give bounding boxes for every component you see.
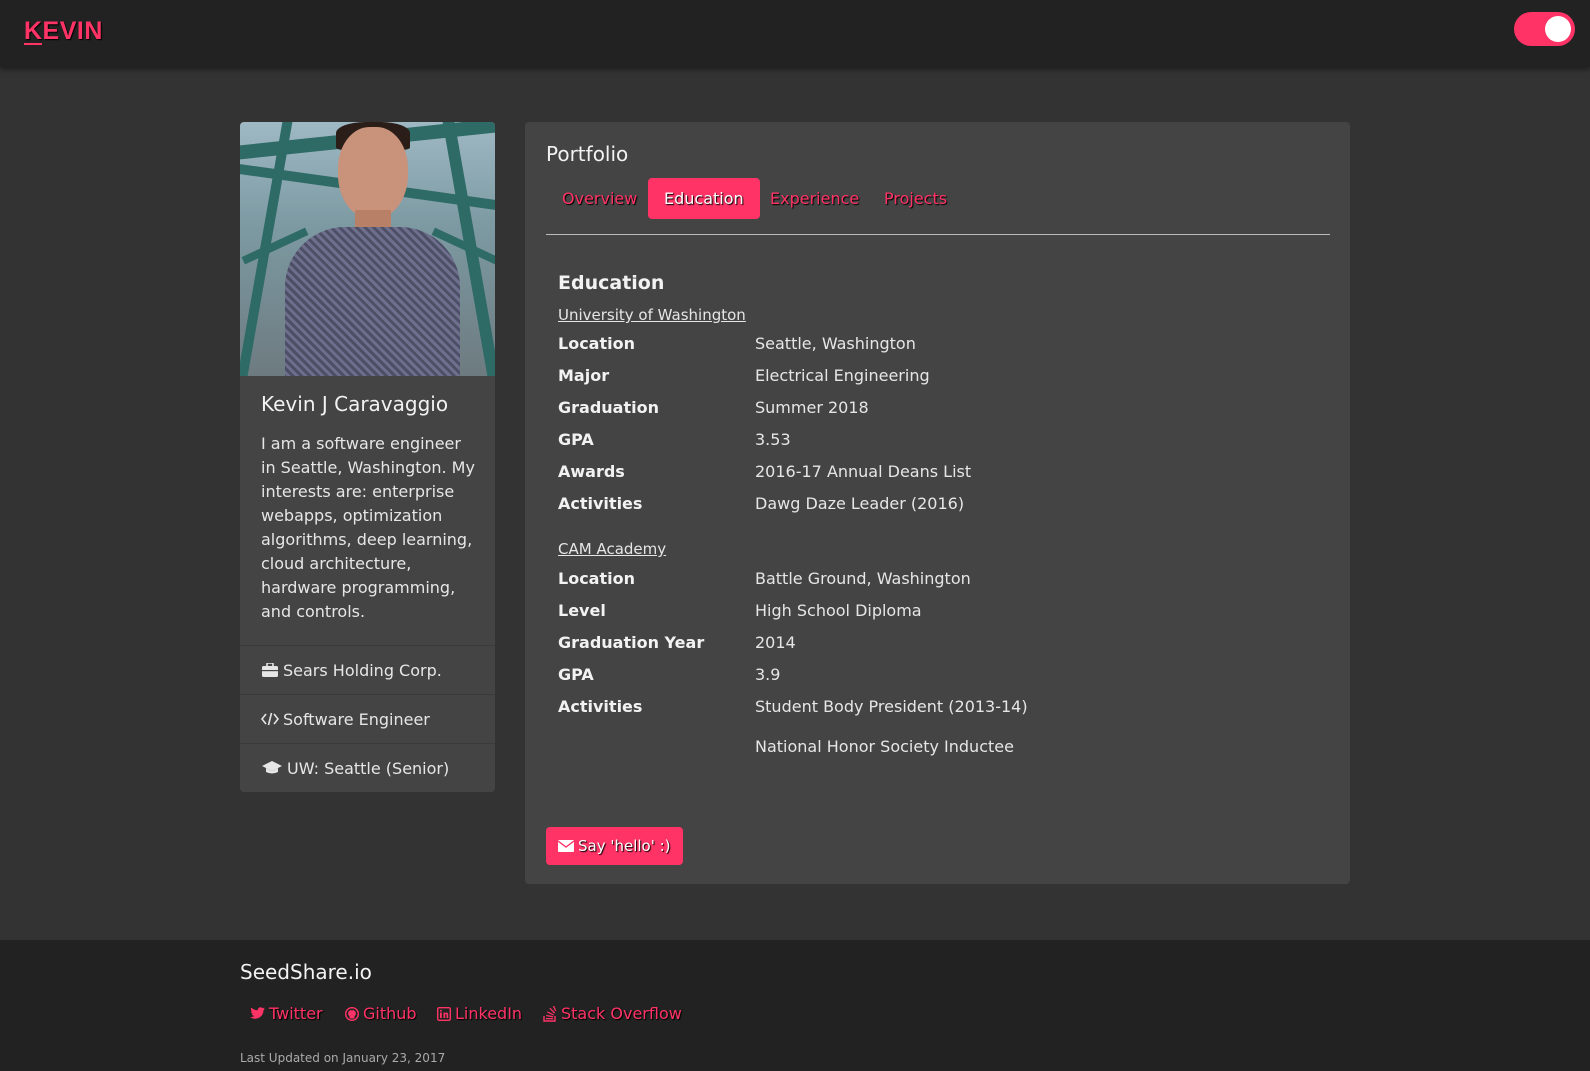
footer-link-github[interactable]: Github — [345, 1004, 417, 1023]
say-hello-button[interactable]: Say 'hello' :) — [546, 827, 683, 865]
last-updated-text: Last Updated on January 23, 2017 — [240, 1051, 446, 1065]
row-value: Student Body President (2013-14) — [755, 697, 1028, 716]
footer-link-twitter[interactable]: Twitter — [250, 1004, 323, 1023]
school-name[interactable]: University of Washington — [558, 306, 746, 324]
row-value: 3.9 — [755, 665, 781, 684]
footer: SeedShare.io Twitter Github LinkedIn Sta… — [0, 940, 1590, 1071]
tabs-divider — [546, 234, 1330, 235]
school-name[interactable]: CAM Academy — [558, 540, 666, 558]
tab-overview[interactable]: Overview — [546, 178, 653, 219]
profile-card: Kevin J Caravaggio I am a software engin… — [240, 122, 495, 792]
brand-logo[interactable]: KEVIN — [24, 17, 103, 46]
row-label: Activities — [558, 494, 643, 513]
profile-item-role: Software Engineer — [240, 694, 495, 743]
profile-bio: I am a software engineer in Seattle, Was… — [261, 434, 475, 621]
row-label: GPA — [558, 665, 594, 684]
row-label: Awards — [558, 462, 625, 481]
footer-link-label: Stack Overflow — [561, 1004, 682, 1023]
footer-link-linkedin[interactable]: LinkedIn — [437, 1004, 522, 1023]
briefcase-icon — [261, 663, 279, 677]
row-value: 2016-17 Annual Deans List — [755, 462, 972, 481]
row-label: Level — [558, 601, 606, 620]
stack-overflow-icon — [543, 1005, 557, 1022]
tab-experience[interactable]: Experience — [754, 178, 875, 219]
profile-name: Kevin J Caravaggio — [261, 392, 449, 416]
theme-toggle[interactable] — [1514, 12, 1575, 46]
envelope-icon — [558, 840, 574, 852]
footer-link-label: LinkedIn — [455, 1004, 523, 1023]
profile-item-employer: Sears Holding Corp. — [240, 645, 495, 694]
footer-title: SeedShare.io — [240, 960, 372, 984]
row-label: GPA — [558, 430, 594, 449]
linkedin-icon — [437, 1006, 451, 1021]
toggle-knob — [1545, 16, 1571, 42]
footer-link-label: Twitter — [269, 1004, 323, 1023]
profile-item-label: Sears Holding Corp. — [283, 660, 442, 680]
row-label: Activities — [558, 697, 643, 716]
profile-item-school: UW: Seattle (Senior) — [240, 743, 495, 792]
row-value: Seattle, Washington — [755, 334, 916, 353]
row-value: Summer 2018 — [755, 398, 869, 417]
tab-projects[interactable]: Projects — [868, 178, 963, 219]
row-value: 3.53 — [755, 430, 791, 449]
row-value: Electrical Engineering — [755, 366, 930, 385]
row-value: 2014 — [755, 633, 796, 652]
navbar: KEVIN — [0, 0, 1590, 67]
row-label: Location — [558, 334, 635, 353]
github-icon — [345, 1006, 359, 1021]
row-value: National Honor Society Inductee — [755, 737, 1014, 756]
brand-underline — [24, 43, 42, 45]
row-value: Battle Ground, Washington — [755, 569, 971, 588]
twitter-icon — [250, 1007, 265, 1020]
row-label: Graduation — [558, 398, 659, 417]
profile-item-label: UW: Seattle (Senior) — [287, 758, 450, 778]
row-label: Graduation Year — [558, 633, 705, 652]
row-label: Major — [558, 366, 610, 385]
portfolio-panel: Portfolio Overview Education Experience … — [525, 122, 1350, 884]
row-label: Location — [558, 569, 635, 588]
profile-photo — [240, 122, 495, 376]
tab-education[interactable]: Education — [648, 178, 760, 219]
section-heading: Education — [558, 272, 665, 294]
code-icon — [261, 712, 279, 726]
say-hello-label: Say 'hello' :) — [578, 837, 671, 855]
footer-link-label: Github — [363, 1004, 417, 1023]
profile-item-label: Software Engineer — [283, 709, 430, 729]
row-value: High School Diploma — [755, 601, 922, 620]
footer-link-stack-overflow[interactable]: Stack Overflow — [543, 1004, 682, 1023]
row-value: Dawg Daze Leader (2016) — [755, 494, 965, 513]
panel-title: Portfolio — [546, 142, 629, 166]
graduation-cap-icon — [261, 761, 283, 775]
